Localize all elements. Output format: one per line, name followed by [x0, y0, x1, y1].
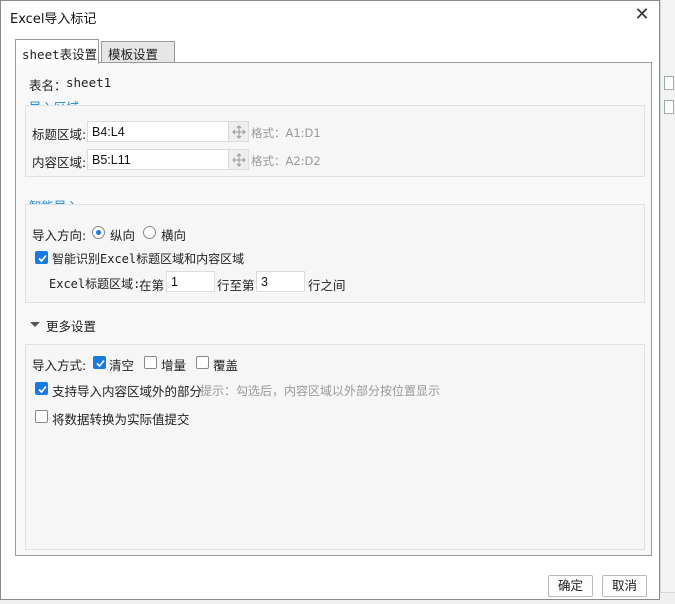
- import-mode-label: 导入方式:: [32, 358, 87, 373]
- direction-vertical-label: 纵向: [110, 228, 136, 243]
- check-icon: [38, 254, 47, 263]
- row-from-input[interactable]: 1: [166, 271, 215, 292]
- import-mode-overwrite-label: 覆盖: [213, 358, 239, 373]
- cancel-button[interactable]: 取消: [602, 575, 647, 597]
- direction-horizontal-radio[interactable]: [143, 226, 156, 239]
- move-icon: [232, 153, 246, 167]
- support-outside-label: 支持导入内容区域外的部分: [52, 384, 203, 399]
- check-icon: [96, 359, 105, 368]
- background-cell: [664, 100, 674, 114]
- tab-sheet-settings-label: sheet表设置: [22, 47, 98, 62]
- import-mode-increment-checkbox[interactable]: [144, 356, 157, 369]
- check-icon: [38, 385, 47, 394]
- header-region-label: Excel标题区域:: [49, 277, 141, 291]
- more-settings-group: [25, 344, 645, 550]
- triangle-down-icon: [30, 322, 40, 327]
- tab-sheet-settings[interactable]: sheet表设置: [15, 39, 99, 64]
- move-icon: [232, 125, 246, 139]
- title-area-picker[interactable]: [229, 121, 249, 142]
- direction-label: 导入方向:: [32, 228, 87, 243]
- import-mode-overwrite-checkbox[interactable]: [196, 356, 209, 369]
- auto-detect-label: 智能识别Excel标题区域和内容区域: [52, 252, 245, 266]
- row-from-prefix: 在第: [139, 278, 165, 293]
- close-icon[interactable]: ✕: [631, 5, 653, 27]
- direction-vertical-radio[interactable]: [92, 226, 105, 239]
- background-sheet-edge: [660, 0, 675, 604]
- title-area-hint: 格式：A1:D1: [251, 126, 321, 140]
- convert-value-checkbox[interactable]: [35, 410, 48, 423]
- tab-template-settings[interactable]: 模板设置: [101, 41, 175, 63]
- support-outside-checkbox[interactable]: [35, 382, 48, 395]
- auto-detect-checkbox[interactable]: [35, 251, 48, 264]
- sheet-name-value: sheet1: [66, 75, 112, 90]
- row-to-prefix: 行至第: [217, 278, 255, 293]
- sheet-name-label: 表名：: [29, 78, 67, 93]
- import-mode-increment-label: 增量: [161, 358, 187, 373]
- tab-template-settings-label: 模板设置: [108, 47, 159, 62]
- direction-horizontal-label: 横向: [161, 228, 187, 243]
- background-cell: [664, 76, 674, 90]
- row-suffix: 行之间: [308, 278, 346, 293]
- more-settings-label: 更多设置: [46, 319, 97, 334]
- title-area-label: 标题区域:: [32, 127, 87, 142]
- content-area-picker[interactable]: [229, 149, 249, 170]
- import-mode-clear-checkbox[interactable]: [93, 356, 106, 369]
- content-area-label: 内容区域:: [32, 155, 87, 170]
- content-area-input[interactable]: B5:L11: [87, 149, 229, 170]
- dialog-title: Excel导入标记: [10, 12, 97, 27]
- convert-value-label: 将数据转换为实际值提交: [52, 412, 190, 427]
- row-to-input[interactable]: 3: [256, 271, 305, 292]
- dialog-titlebar[interactable]: Excel导入标记 ✕: [1, 1, 659, 31]
- support-outside-hint: 提示：勾选后，内容区域以外部分按位置显示: [200, 384, 441, 398]
- excel-import-dialog: Excel导入标记 ✕ sheet表设置 模板设置 表名： sheet1 导入区…: [0, 0, 660, 600]
- tab-panel-sheet-settings: 表名： sheet1 导入区域 标题区域: B4:L4 格式：A1:D1 内容区…: [15, 62, 652, 556]
- content-area-hint: 格式：A2:D2: [251, 154, 321, 168]
- import-mode-clear-label: 清空: [109, 358, 135, 373]
- title-area-input[interactable]: B4:L4: [87, 121, 229, 142]
- ok-button[interactable]: 确定: [548, 575, 593, 597]
